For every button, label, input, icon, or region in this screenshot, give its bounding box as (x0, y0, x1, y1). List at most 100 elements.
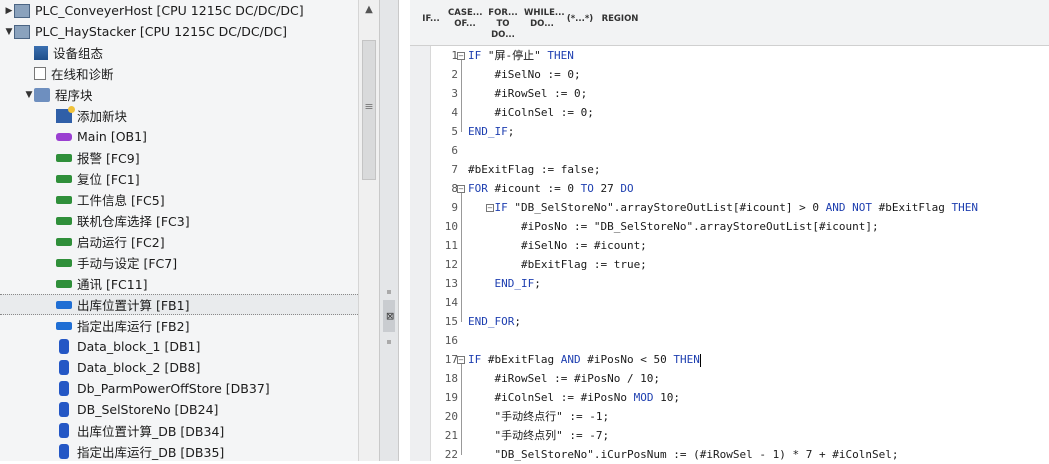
tree-item-label: 指定出库运行 [FB2] (77, 319, 190, 334)
code-line[interactable]: IF "屏-停止" THEN (468, 46, 1049, 65)
editor-gutter (410, 46, 431, 461)
insert-if-button[interactable]: IF... (418, 8, 444, 40)
tree-item[interactable]: ▼ 程序块 (0, 84, 358, 105)
tree-item[interactable]: 手动与设定 [FC7] (0, 252, 358, 273)
code-line[interactable]: #iPosNo := "DB_SelStoreNo".arrayStoreOut… (468, 217, 1049, 236)
expand-arrow-icon[interactable]: ▶ (4, 6, 14, 16)
collapse-panel-icon[interactable]: ⊠ (383, 300, 395, 332)
line-number: 9 (451, 201, 458, 214)
tree-item[interactable]: 工件信息 [FC5] (0, 189, 358, 210)
code-line[interactable]: #iColnSel := 0; (468, 103, 1049, 122)
tree-item[interactable]: Db_ParmPowerOffStore [DB37] (0, 378, 358, 399)
code-line[interactable]: IF #bExitFlag AND #iPosNo < 50 THEN (468, 350, 1049, 369)
tree-item[interactable]: 报警 [FC9] (0, 147, 358, 168)
code-line[interactable]: #iRowSel := #iPosNo / 10; (468, 369, 1049, 388)
tree-item[interactable]: 指定出库运行 [FB2] (0, 315, 358, 336)
insert-comment-button[interactable]: (*...*) (566, 8, 594, 40)
code-line[interactable] (468, 141, 1049, 160)
insert-region-button[interactable]: REGION (600, 8, 640, 40)
fold-toggle-icon[interactable]: − (457, 52, 465, 60)
tree-item[interactable]: 通讯 [FC11] (0, 273, 358, 294)
fold-toggle-icon[interactable]: − (457, 185, 465, 193)
tree-item[interactable]: 复位 [FC1] (0, 168, 358, 189)
project-tree-scrollbar[interactable]: ▲ ≡ (358, 0, 379, 461)
fc-block-icon (56, 279, 72, 288)
line-number: 18 (444, 372, 458, 385)
tree-item[interactable]: 指定出库运行_DB [DB35] (0, 441, 358, 461)
instruction-toolbar: IF... CASE... OF... FOR... TO DO... WHILE... D… (410, 0, 1049, 46)
tree-item[interactable]: 添加新块 (0, 105, 358, 126)
fold-guide (461, 60, 462, 132)
tree-item-label: 出库位置计算 [FB1] (77, 298, 190, 313)
button-label: FOR... (488, 8, 518, 18)
code-line[interactable]: "手动终点行" := -1; (468, 407, 1049, 426)
code-line[interactable]: END_IF; (468, 122, 1049, 141)
code-line[interactable] (468, 331, 1049, 350)
fb-block-icon (56, 321, 72, 330)
tree-item[interactable]: 设备组态 (0, 42, 358, 63)
tree-item[interactable]: Data_block_2 [DB8] (0, 357, 358, 378)
insert-while-button[interactable]: WHILE... DO... (524, 8, 565, 40)
fc-block-icon (56, 195, 72, 204)
code-line[interactable]: #iSelNo := 0; (468, 65, 1049, 84)
line-number: 13 (444, 277, 458, 290)
code-line[interactable]: #iSelNo := #icount; (468, 236, 1049, 255)
button-label: DO... (530, 19, 554, 29)
db-block-icon (59, 423, 69, 438)
tree-item[interactable]: 在线和诊断 (0, 63, 358, 84)
collapse-arrow-icon[interactable]: ▼ (4, 27, 14, 37)
code-line[interactable]: END_IF; (468, 274, 1049, 293)
code-line[interactable]: "DB_SelStoreNo".iCurPosNum := (#iRowSel … (468, 445, 1049, 464)
fb-block-icon (56, 300, 72, 309)
tree-item[interactable]: ▼ PLC_HayStacker [CPU 1215C DC/DC/DC] (0, 21, 358, 42)
tree-item[interactable]: 联机仓库选择 [FC3] (0, 210, 358, 231)
button-label: CASE... (448, 8, 483, 18)
line-number: 22 (444, 448, 458, 461)
fc-block-icon (56, 153, 72, 162)
code-line[interactable]: #bExitFlag := true; (468, 255, 1049, 274)
code-line[interactable] (468, 293, 1049, 312)
grip-icon: ≡ (364, 100, 374, 113)
line-number: 11 (444, 239, 458, 252)
line-number: 21 (444, 429, 458, 442)
line-number: 17 (444, 353, 458, 366)
code-line[interactable]: IF "DB_SelStoreNo".arrayStoreOutList[#ic… (468, 198, 1049, 217)
tree-item-label: 设备组态 (53, 46, 104, 61)
tree-item-label: 报警 [FC9] (77, 151, 140, 166)
code-line[interactable]: FOR #icount := 0 TO 27 DO (468, 179, 1049, 198)
tree-item-label: DB_SelStoreNo [DB24] (77, 402, 219, 417)
insert-for-button[interactable]: FOR... TO DO... (486, 8, 520, 40)
insert-case-button[interactable]: CASE... OF... (448, 8, 482, 40)
tree-item[interactable]: ▶ PLC_ConveyerHost [CPU 1215C DC/DC/DC] (0, 0, 358, 21)
line-number: 14 (444, 296, 458, 309)
fold-guide (461, 364, 462, 455)
line-number: 8 (451, 182, 458, 195)
code-line[interactable]: END_FOR; (468, 312, 1049, 331)
tree-item[interactable]: 出库位置计算_DB [DB34] (0, 420, 358, 441)
code-line[interactable]: "手动终点列" := -7; (468, 426, 1049, 445)
tree-item-label: 添加新块 (77, 109, 128, 124)
db-block-icon (59, 339, 69, 354)
code-line[interactable]: #iColnSel := #iPosNo MOD 10; (468, 388, 1049, 407)
code-line[interactable]: #bExitFlag := false; (468, 160, 1049, 179)
plc-icon (14, 24, 30, 39)
line-number: 7 (451, 163, 458, 176)
tree-item[interactable]: 启动运行 [FC2] (0, 231, 358, 252)
scroll-up-icon[interactable]: ▲ (363, 4, 375, 16)
tree-item[interactable]: DB_SelStoreNo [DB24] (0, 399, 358, 420)
fold-toggle-icon[interactable]: − (457, 356, 465, 364)
tree-item[interactable]: 出库位置计算 [FB1] (0, 294, 358, 315)
tree-item-label: 手动与设定 [FC7] (77, 256, 178, 271)
button-label: WHILE... (524, 8, 565, 18)
button-label: REGION (601, 14, 639, 24)
line-number: 15 (444, 315, 458, 328)
code-line[interactable]: #iRowSel := 0; (468, 84, 1049, 103)
line-number: 10 (444, 220, 458, 233)
device-config-icon (34, 45, 48, 60)
collapse-arrow-icon[interactable]: ▼ (24, 90, 34, 100)
tree-item[interactable]: Main [OB1] (0, 126, 358, 147)
tree-item-label: 启动运行 [FC2] (77, 235, 165, 250)
tree-item[interactable]: Data_block_1 [DB1] (0, 336, 358, 357)
tree-item-label: Data_block_1 [DB1] (77, 339, 201, 354)
panel-splitter[interactable]: ⊠ (379, 0, 399, 461)
